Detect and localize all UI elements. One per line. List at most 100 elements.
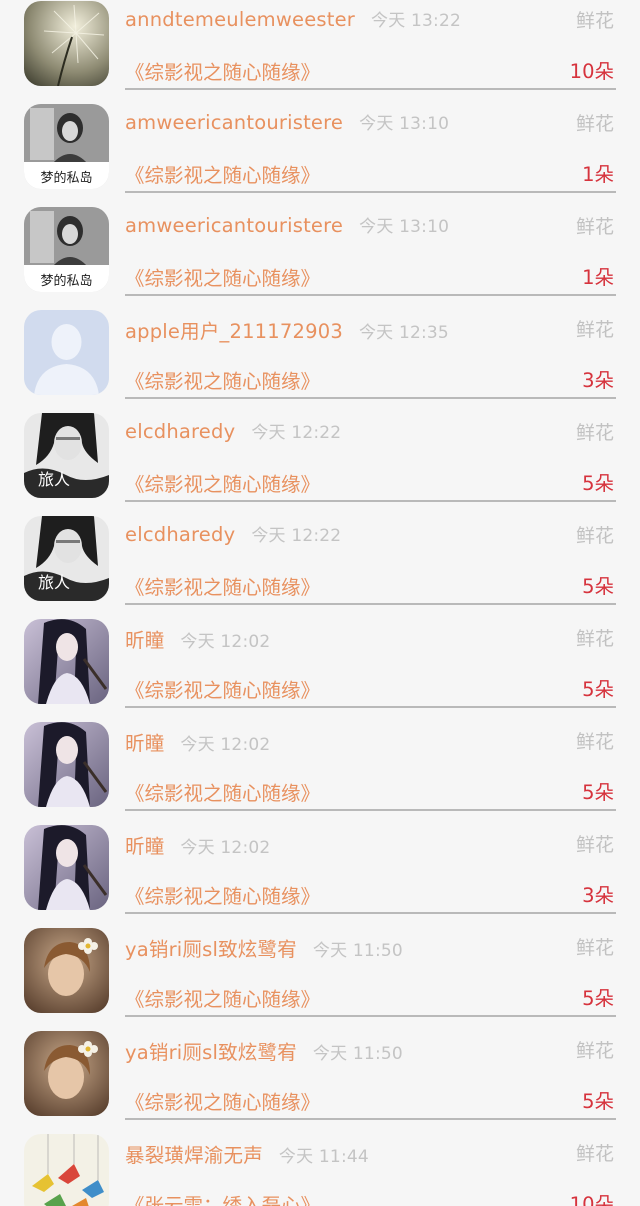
- row-divider: [125, 1118, 616, 1120]
- row-divider: [125, 912, 616, 914]
- avatar-dandelion[interactable]: [24, 1, 109, 86]
- work-title-link[interactable]: 《综影视之随心随缘》: [125, 468, 320, 497]
- flower-count: 5朵: [582, 781, 614, 804]
- timestamp: 今天 12:02: [180, 735, 271, 755]
- row-divider: [125, 294, 616, 296]
- list-item[interactable]: 旅人 elcdharedy 今天 12:22 鲜花 《综影视之随心随缘》 5朵: [0, 515, 640, 618]
- gift-type-label: 鲜花: [575, 731, 614, 753]
- flower-count: 10朵: [569, 1193, 614, 1206]
- work-title-link[interactable]: 《综影视之随心随缘》: [125, 983, 320, 1012]
- flower-count: 5朵: [582, 575, 614, 598]
- gift-type-label: 鲜花: [575, 937, 614, 959]
- row-divider: [125, 88, 616, 90]
- avatar-anime-girl[interactable]: [24, 722, 109, 807]
- list-item[interactable]: 暴裂璜焊渝无声 今天 11:44 鲜花 《张云雷：绣入磊心》 10朵: [0, 1133, 640, 1206]
- work-title-link[interactable]: 《综影视之随心随缘》: [125, 159, 320, 188]
- avatar-flower-girl[interactable]: [24, 928, 109, 1013]
- flower-count: 5朵: [582, 1090, 614, 1113]
- username[interactable]: elcdharedy 今天 12:22: [125, 521, 341, 546]
- gift-type-label: 鲜花: [575, 834, 614, 856]
- timestamp: 今天 13:10: [359, 114, 450, 134]
- row-divider: [125, 706, 616, 708]
- list-item[interactable]: 昕瞳 今天 12:02 鲜花 《综影视之随心随缘》 5朵: [0, 721, 640, 824]
- gift-type-label: 鲜花: [575, 525, 614, 547]
- flower-count: 1朵: [582, 163, 614, 186]
- gift-type-label: 鲜花: [575, 1040, 614, 1062]
- avatar-anime-girl[interactable]: [24, 619, 109, 704]
- work-title-link[interactable]: 《综影视之随心随缘》: [125, 262, 320, 291]
- work-title-link[interactable]: 《张云雷：绣入磊心》: [125, 1189, 320, 1206]
- gift-type-label: 鲜花: [575, 10, 614, 32]
- work-title-link[interactable]: 《综影视之随心随缘》: [125, 1086, 320, 1115]
- username[interactable]: ya销ri厕sl致炫鹭宥 今天 11:50: [125, 1036, 403, 1065]
- timestamp: 今天 11:50: [312, 941, 403, 961]
- row-divider: [125, 397, 616, 399]
- row-divider: [125, 809, 616, 811]
- list-item[interactable]: 梦的私岛 amweericantouristere 今天 13:10 鲜花 《综影…: [0, 103, 640, 206]
- username[interactable]: amweericantouristere 今天 13:10: [125, 212, 449, 237]
- work-title-link[interactable]: 《综影视之随心随缘》: [125, 777, 320, 806]
- gift-type-label: 鲜花: [575, 113, 614, 135]
- username[interactable]: 暴裂璜焊渝无声 今天 11:44: [125, 1139, 369, 1168]
- username[interactable]: 昕瞳 今天 12:02: [125, 727, 270, 756]
- work-title-link[interactable]: 《综影视之随心随缘》: [125, 571, 320, 600]
- list-item[interactable]: apple用户_211172903 今天 12:35 鲜花 《综影视之随心随缘》 …: [0, 309, 640, 412]
- timestamp: 今天 12:22: [251, 526, 342, 546]
- timestamp: 今天 13:22: [371, 11, 462, 31]
- gift-type-label: 鲜花: [575, 422, 614, 444]
- timestamp: 今天 12:02: [180, 632, 271, 652]
- avatar-traveler[interactable]: 旅人: [24, 413, 109, 498]
- flower-count: 5朵: [582, 987, 614, 1010]
- work-title-link[interactable]: 《综影视之随心随缘》: [125, 365, 320, 394]
- username[interactable]: elcdharedy 今天 12:22: [125, 418, 341, 443]
- work-title-link[interactable]: 《综影视之随心随缘》: [125, 880, 320, 909]
- svg-text:梦的私岛: 梦的私岛: [40, 170, 92, 186]
- flower-count: 5朵: [582, 678, 614, 701]
- gift-type-label: 鲜花: [575, 216, 614, 238]
- row-divider: [125, 603, 616, 605]
- list-item[interactable]: anndtemeulemweester 今天 13:22 鲜花 《综影视之随心随缘…: [0, 0, 640, 103]
- timestamp: 今天 12:35: [358, 323, 449, 343]
- avatar-anime-girl[interactable]: [24, 825, 109, 910]
- timestamp: 今天 11:50: [312, 1044, 403, 1064]
- flower-count: 10朵: [569, 60, 614, 83]
- username[interactable]: 昕瞳 今天 12:02: [125, 624, 270, 653]
- flower-count: 5朵: [582, 472, 614, 495]
- gift-type-label: 鲜花: [575, 628, 614, 650]
- list-item[interactable]: ya销ri厕sl致炫鹭宥 今天 11:50 鲜花 《综影视之随心随缘》 5朵: [0, 927, 640, 1030]
- avatar-flower-girl[interactable]: [24, 1031, 109, 1116]
- flower-gift-list: anndtemeulemweester 今天 13:22 鲜花 《综影视之随心随缘…: [0, 0, 640, 1206]
- row-divider: [125, 1015, 616, 1017]
- flower-count: 3朵: [582, 369, 614, 392]
- list-item[interactable]: 梦的私岛 amweericantouristere 今天 13:10 鲜花 《综影…: [0, 206, 640, 309]
- work-title-link[interactable]: 《综影视之随心随缘》: [125, 674, 320, 703]
- avatar-dream-island[interactable]: 梦的私岛: [24, 104, 109, 189]
- gift-type-label: 鲜花: [575, 319, 614, 341]
- timestamp: 今天 12:02: [180, 838, 271, 858]
- list-item[interactable]: 旅人 elcdharedy 今天 12:22 鲜花 《综影视之随心随缘》 5朵: [0, 412, 640, 515]
- list-item[interactable]: 昕瞳 今天 12:02 鲜花 《综影视之随心随缘》 5朵: [0, 618, 640, 721]
- username[interactable]: 昕瞳 今天 12:02: [125, 830, 270, 859]
- list-item[interactable]: ya销ri厕sl致炫鹭宥 今天 11:50 鲜花 《综影视之随心随缘》 5朵: [0, 1030, 640, 1133]
- timestamp: 今天 12:22: [251, 423, 342, 443]
- username[interactable]: ya销ri厕sl致炫鹭宥 今天 11:50: [125, 933, 403, 962]
- row-divider: [125, 191, 616, 193]
- svg-text:梦的私岛: 梦的私岛: [40, 273, 92, 289]
- avatar-paper-cranes[interactable]: [24, 1134, 109, 1206]
- work-title-link[interactable]: 《综影视之随心随缘》: [125, 56, 320, 85]
- username[interactable]: anndtemeulemweester 今天 13:22: [125, 6, 461, 31]
- svg-text:旅人: 旅人: [38, 573, 70, 592]
- svg-text:旅人: 旅人: [38, 470, 70, 489]
- timestamp: 今天 11:44: [278, 1147, 369, 1167]
- flower-count: 1朵: [582, 266, 614, 289]
- username[interactable]: amweericantouristere 今天 13:10: [125, 109, 449, 134]
- row-divider: [125, 500, 616, 502]
- gift-type-label: 鲜花: [575, 1143, 614, 1165]
- avatar-dream-island[interactable]: 梦的私岛: [24, 207, 109, 292]
- list-item[interactable]: 昕瞳 今天 12:02 鲜花 《综影视之随心随缘》 3朵: [0, 824, 640, 927]
- timestamp: 今天 13:10: [359, 217, 450, 237]
- username[interactable]: apple用户_211172903 今天 12:35: [125, 315, 449, 344]
- flower-count: 3朵: [582, 884, 614, 907]
- avatar-default-user[interactable]: [24, 310, 109, 395]
- avatar-traveler[interactable]: 旅人: [24, 516, 109, 601]
